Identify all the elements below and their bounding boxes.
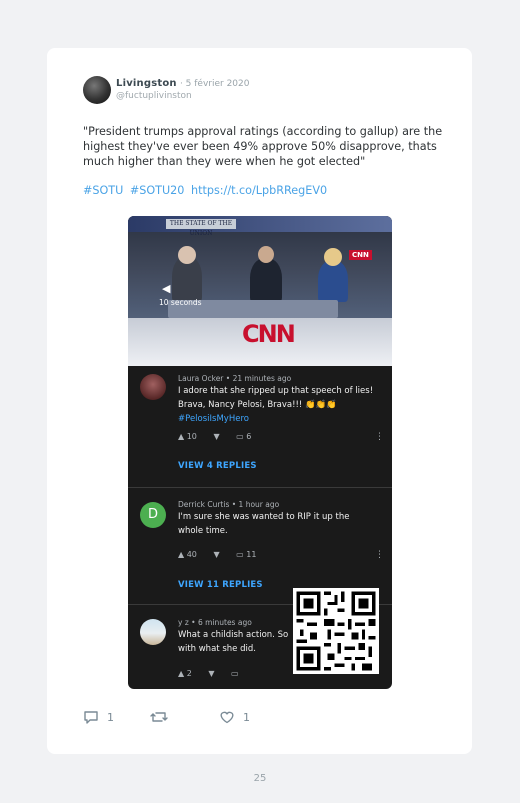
page-number: 25 bbox=[253, 773, 267, 784]
reply-count: 11 bbox=[246, 550, 257, 559]
like-count: 2 bbox=[186, 669, 192, 678]
cnn-small-logo: CNN bbox=[349, 250, 372, 260]
hashtag-link[interactable]: #SOTU20 bbox=[130, 184, 185, 197]
user-handle[interactable]: @fuctuplivinston bbox=[116, 91, 192, 101]
comment-line: I'm sure she was wanted to RIP it up the bbox=[178, 512, 350, 522]
thumbs-down-icon[interactable]: ▼ bbox=[213, 432, 219, 441]
like-count: 10 bbox=[186, 432, 197, 441]
tweet-url-link[interactable]: https://t.co/LpbRRegEV0 bbox=[191, 184, 327, 197]
play-icon[interactable]: ◀ bbox=[162, 282, 170, 295]
cnn-logo: CNN bbox=[242, 320, 296, 348]
comment-actions: ▲ 10 ▼ ▭ 6 bbox=[178, 432, 265, 441]
banner-text: THE STATE OF THE UNION bbox=[166, 219, 236, 237]
comment-meta: Laura Ocker • 21 minutes ago bbox=[178, 374, 292, 383]
comment-body: I'm sure she was wanted to RIP it up the… bbox=[178, 510, 388, 538]
tweet-media[interactable]: THE STATE OF THE UNION CNN CNN ◀ 10 seco… bbox=[128, 216, 392, 689]
avatar[interactable] bbox=[83, 76, 111, 104]
retweet-button[interactable] bbox=[150, 710, 176, 724]
comment-avatar[interactable] bbox=[140, 374, 166, 400]
comment-line: whole time. bbox=[178, 526, 228, 536]
reply-bubble-icon[interactable]: ▭ 11 bbox=[236, 550, 256, 559]
reply-bubble-icon[interactable]: ▭ bbox=[231, 669, 239, 678]
like-icon bbox=[220, 711, 234, 724]
comment-avatar[interactable]: D bbox=[140, 502, 166, 528]
comment-hashtag[interactable]: #PelosiIsMyHero bbox=[178, 412, 388, 426]
avatar-letter: D bbox=[147, 507, 158, 522]
tweet-date[interactable]: · 5 février 2020 bbox=[180, 79, 250, 89]
qr-code bbox=[293, 588, 379, 674]
anchor-figure bbox=[178, 246, 196, 264]
like-button[interactable]: 1 bbox=[219, 710, 250, 724]
retweet-icon bbox=[150, 712, 168, 722]
like-count: 1 bbox=[243, 710, 250, 724]
more-vert-icon[interactable]: ⋮ bbox=[375, 432, 384, 442]
comment-divider bbox=[128, 487, 392, 488]
anchor-figure bbox=[318, 260, 348, 302]
comment-body: I adore that she ripped up that speech o… bbox=[178, 384, 388, 426]
tweet-header: Livingston · 5 février 2020 bbox=[116, 78, 249, 89]
like-count: 40 bbox=[186, 550, 197, 559]
view-replies-link[interactable]: VIEW 4 REPLIES bbox=[178, 461, 257, 471]
thumbs-down-icon[interactable]: ▼ bbox=[208, 669, 214, 678]
video-timer: 10 seconds bbox=[159, 298, 202, 307]
thumbs-down-icon[interactable]: ▼ bbox=[213, 550, 219, 559]
reply-bubble-icon[interactable]: ▭ 6 bbox=[236, 432, 251, 441]
hashtag-link[interactable]: #SOTU bbox=[83, 184, 123, 197]
comment-actions: ▲ 2 ▼ ▭ bbox=[178, 669, 253, 678]
video-thumbnail[interactable]: THE STATE OF THE UNION CNN CNN ◀ 10 seco… bbox=[128, 216, 392, 366]
reply-icon bbox=[84, 711, 98, 724]
comment-avatar[interactable] bbox=[140, 619, 166, 645]
tweet-links: #SOTU #SOTU20 https://t.co/LpbRRegEV0 bbox=[83, 184, 330, 197]
comment-meta: Derrick Curtis • 1 hour ago bbox=[178, 500, 280, 509]
comment-line: Brava, Nancy Pelosi, Brava!!! 👏👏👏 bbox=[178, 400, 337, 410]
comment-actions: ▲ 40 ▼ ▭ 11 bbox=[178, 550, 270, 559]
reply-count: 1 bbox=[107, 710, 114, 724]
reply-count: 6 bbox=[246, 432, 252, 441]
tweet-text: "President trumps approval ratings (acco… bbox=[83, 125, 443, 168]
thumbs-up-icon[interactable]: ▲ 2 bbox=[178, 669, 192, 678]
display-name[interactable]: Livingston bbox=[116, 78, 177, 89]
comment-line: I adore that she ripped up that speech o… bbox=[178, 386, 374, 396]
thumbs-up-icon[interactable]: ▲ 10 bbox=[178, 432, 197, 441]
view-replies-link[interactable]: VIEW 11 REPLIES bbox=[178, 580, 263, 590]
reply-button[interactable]: 1 bbox=[83, 710, 114, 724]
thumbs-up-icon[interactable]: ▲ 40 bbox=[178, 550, 197, 559]
anchor-figure bbox=[258, 246, 274, 263]
anchor-figure bbox=[250, 258, 282, 302]
tweet-card: Livingston · 5 février 2020 @fuctuplivin… bbox=[47, 48, 472, 754]
anchor-figure bbox=[324, 248, 342, 266]
comment-meta: y z • 6 minutes ago bbox=[178, 618, 252, 627]
more-vert-icon[interactable]: ⋮ bbox=[375, 550, 384, 560]
